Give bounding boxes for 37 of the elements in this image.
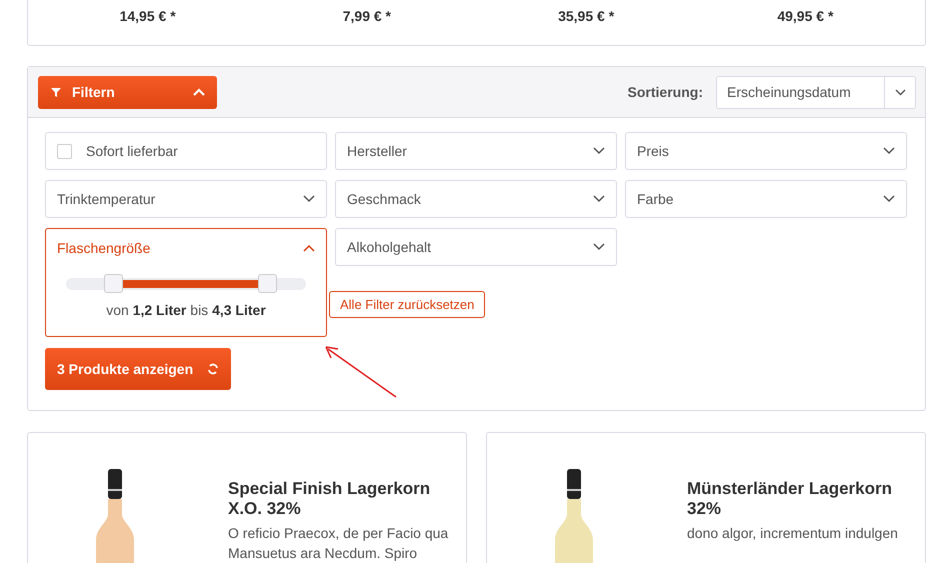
chevron-down-icon [593, 243, 605, 251]
chevron-down-icon [593, 147, 605, 155]
product-price: 35,95 € * [558, 8, 614, 24]
product-price: 49,95 € * [777, 8, 834, 24]
filter-dropdown[interactable]: Geschmack [335, 180, 617, 218]
filter-dropdown[interactable]: Farbe [625, 180, 907, 218]
filter-dropdown[interactable]: Hersteller [335, 132, 617, 170]
product-description: Mansuetus ara Necdum. Spiro [228, 544, 418, 563]
reset-filters-button[interactable]: Alle Filter zurücksetzen [329, 291, 486, 318]
product-title[interactable]: Special Finish Lagerkorn X.O. 32% [228, 479, 448, 519]
filter-dropdown[interactable]: Alkoholgehalt [335, 228, 617, 266]
sort-dropdown[interactable]: Erscheinungsdatum [716, 76, 916, 108]
chevron-icon [193, 88, 205, 96]
product-description: O reficio Praecox, de per Facio qua [228, 524, 448, 543]
filter-dropdown[interactable]: Preis [625, 132, 907, 170]
product-price: 14,95 € * [120, 8, 176, 24]
filter-toggle-button[interactable]: Filtern [38, 76, 217, 108]
slider-handle[interactable] [258, 274, 277, 293]
chevron-down-icon [593, 195, 605, 203]
slider-handle[interactable] [104, 274, 123, 293]
sort-label: Sortierung: [628, 84, 703, 100]
range-value-text: von 1,2 Liter bis 4,3 Liter [106, 302, 266, 318]
filter-dropdown[interactable]: Flaschengröße [45, 228, 327, 266]
chevron-up-icon [303, 244, 315, 252]
chevron-down-icon [894, 88, 906, 96]
refresh-icon [207, 363, 220, 375]
funnel-icon [50, 86, 62, 98]
product-title[interactable]: Münsterländer Lagerkorn 32% [687, 479, 907, 519]
availability-filter[interactable]: Sofort lieferbar [45, 132, 327, 170]
chevron-down-icon [303, 195, 315, 203]
show-products-button[interactable]: 3 Produkte anzeigen [45, 348, 232, 390]
product-description: dono algor, incrementum indulgen [687, 524, 899, 543]
filter-dropdown[interactable]: Trinktemperatur [45, 180, 327, 218]
product-price: 7,99 € * [342, 8, 391, 24]
chevron-down-icon [883, 147, 895, 155]
checkbox[interactable] [57, 144, 72, 158]
chevron-down-icon [883, 195, 895, 203]
